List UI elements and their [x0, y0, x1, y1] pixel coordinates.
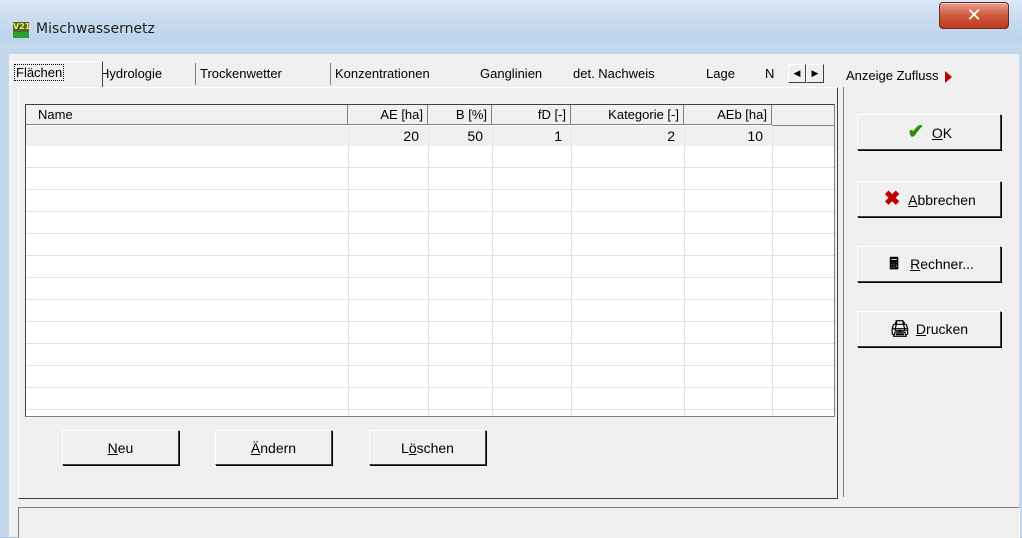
grid-line — [571, 126, 572, 416]
tab-ganglinien[interactable]: Ganglinien — [476, 63, 570, 85]
tab-flaechen[interactable]: Flächen — [10, 61, 103, 87]
cross-icon: ✖ — [883, 188, 901, 210]
app-icon: V21 — [13, 22, 30, 38]
rechner-button[interactable]: 🖩 Rechner... — [857, 246, 1001, 282]
grid-line — [348, 126, 349, 416]
window-frame-top — [0, 42, 1022, 54]
grid-line — [26, 233, 834, 234]
cell-ae[interactable]: 20 — [348, 126, 428, 146]
tab-anzeige-zufluss-label: Anzeige Zufluss — [846, 68, 939, 83]
column-header-fd[interactable]: fD [-] — [492, 105, 571, 125]
column-header-b[interactable]: B [%] — [428, 105, 492, 125]
grid-line — [684, 126, 685, 416]
red-arrow-icon — [944, 70, 952, 83]
neu-button[interactable]: Neu — [62, 430, 179, 465]
grid-line — [26, 409, 834, 410]
column-header-ae[interactable]: AE [ha] — [348, 105, 428, 125]
abbrechen-button[interactable]: ✖ Abbrechen — [857, 181, 1001, 217]
cell-aeb[interactable]: 10 — [684, 126, 772, 146]
grid-line — [492, 126, 493, 416]
calculator-icon: 🖩 — [889, 256, 899, 273]
printer-icon: 🖨 — [889, 321, 911, 338]
table-row[interactable]: 20 50 1 2 10 — [26, 126, 834, 146]
grid-line — [26, 387, 834, 388]
tab-konzentrationen[interactable]: Konzentrationen — [331, 63, 477, 85]
title-bar[interactable]: V21 Mischwassernetz ✕ — [0, 0, 1022, 43]
column-header-kategorie[interactable]: Kategorie [-] — [571, 105, 684, 125]
cell-fd[interactable]: 1 — [492, 126, 571, 146]
drucken-button[interactable]: 🖨 Drucken — [857, 311, 1001, 347]
cell-name[interactable] — [26, 126, 348, 146]
grid-line — [26, 343, 834, 344]
grid-line — [772, 126, 773, 416]
window-frame-left — [0, 42, 9, 537]
cell-b[interactable]: 50 — [428, 126, 492, 146]
checkmark-icon: ✔ — [907, 121, 925, 143]
aendern-button[interactable]: Ändern — [215, 430, 332, 465]
column-header-name[interactable]: Name — [26, 105, 348, 125]
tab-trockenwetter[interactable]: Trockenwetter — [196, 63, 331, 85]
flaechen-table[interactable]: Name AE [ha] B [%] fD [-] Kategorie [-] … — [25, 104, 835, 417]
loeschen-button[interactable]: Löschen — [369, 430, 486, 465]
grid-line — [26, 189, 834, 190]
tab-scroll-right-button[interactable]: ▶ — [806, 64, 824, 83]
grid-line — [26, 277, 834, 278]
close-button[interactable]: ✕ — [939, 2, 1009, 29]
dialog-window: V21 Mischwassernetz ✕ Flächen Hydrologie… — [0, 0, 1022, 538]
grid-line — [26, 299, 834, 300]
grid-line — [26, 255, 834, 256]
tab-hydrologie[interactable]: Hydrologie — [96, 63, 196, 85]
ok-button[interactable]: ✔ OK — [857, 114, 1001, 150]
grid-line — [26, 211, 834, 212]
status-bar — [18, 507, 1020, 538]
column-header-aeb[interactable]: AEb [ha] — [684, 105, 772, 125]
grid-line — [26, 167, 834, 168]
grid-line — [26, 365, 834, 366]
window-title: Mischwassernetz — [36, 21, 155, 37]
cell-kategorie[interactable]: 2 — [571, 126, 684, 146]
grid-line — [428, 126, 429, 416]
grid-line — [26, 321, 834, 322]
tab-lage[interactable]: Lage — [702, 63, 762, 85]
tab-det-nachweis[interactable]: det. Nachweis — [569, 63, 703, 85]
tab-scroll-left-button[interactable]: ◀ — [788, 64, 806, 83]
column-header-empty — [772, 105, 834, 126]
tab-anzeige-zufluss[interactable]: Anzeige Zufluss — [846, 66, 952, 86]
